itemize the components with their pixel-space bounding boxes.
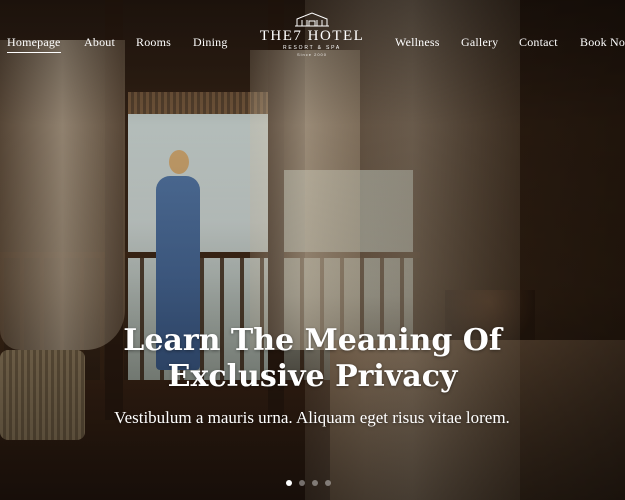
nav-rooms[interactable]: Rooms xyxy=(136,35,171,50)
nav-wellness[interactable]: Wellness xyxy=(395,35,440,50)
carousel-dot-1[interactable] xyxy=(286,480,292,486)
carousel-dot-3[interactable] xyxy=(312,480,318,486)
building-icon xyxy=(295,12,329,27)
hotel-logo[interactable]: THE7 HOTEL RESORT & SPA Since 2000 xyxy=(257,11,367,63)
nav-contact[interactable]: Contact xyxy=(519,35,558,50)
carousel-dot-2[interactable] xyxy=(299,480,305,486)
logo-since: Since 2000 xyxy=(296,52,327,57)
logo-name: THE7 HOTEL xyxy=(259,28,365,44)
logo-subtitle: RESORT & SPA xyxy=(282,45,341,51)
carousel-pagination xyxy=(286,480,331,488)
carousel-dot-4[interactable] xyxy=(325,480,331,486)
nav-gallery[interactable]: Gallery xyxy=(461,35,498,50)
main-navigation: Homepage About Rooms Dining THE7 HOTEL R… xyxy=(0,0,625,80)
nav-about[interactable]: About xyxy=(84,35,115,50)
hero-subtext: Vestibulum a mauris urna. Aliquam eget r… xyxy=(114,408,510,427)
hero-headline-line2: Exclusive Privacy xyxy=(167,359,458,394)
hero-headline-line1: Learn The Meaning Of xyxy=(123,323,502,358)
nav-dining[interactable]: Dining xyxy=(193,35,228,50)
nav-homepage[interactable]: Homepage xyxy=(7,35,61,53)
nav-book-now[interactable]: Book Now xyxy=(580,35,625,50)
hero-headline: Learn The Meaning Of Exclusive Privacy xyxy=(0,323,625,395)
